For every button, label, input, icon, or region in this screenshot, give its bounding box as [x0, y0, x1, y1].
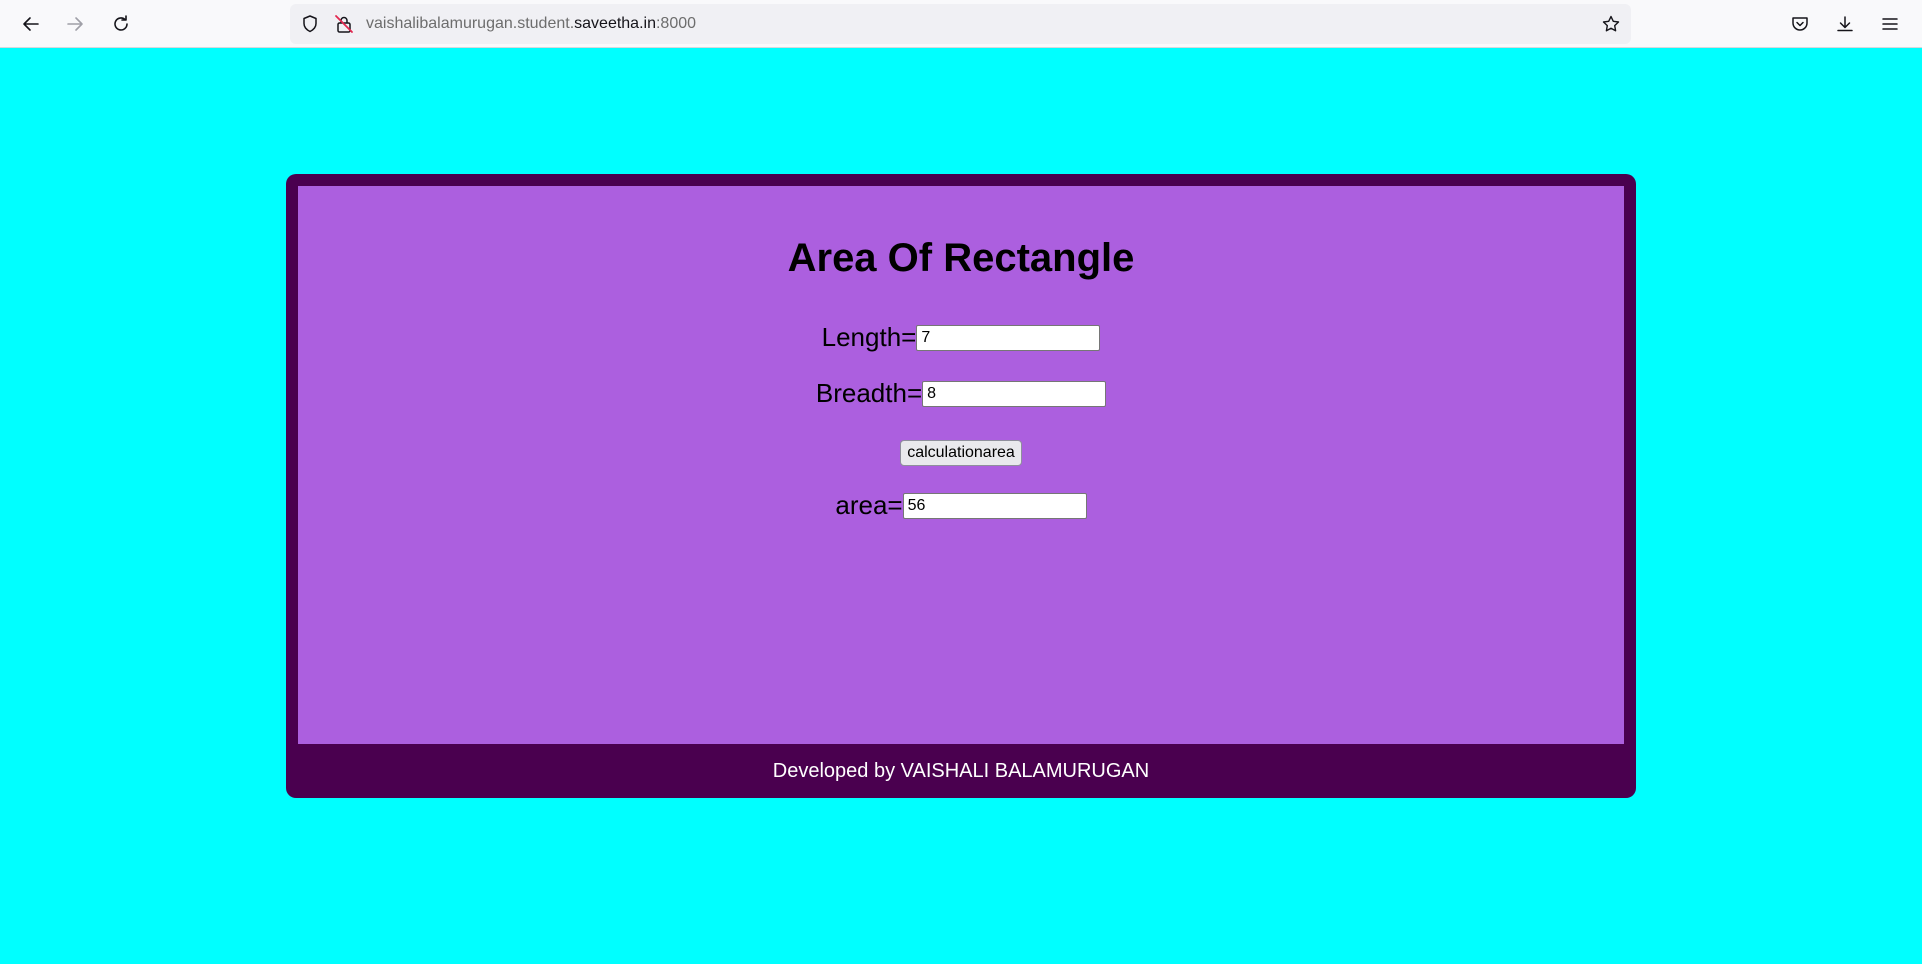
breadth-input[interactable]: [922, 380, 1107, 407]
star-icon[interactable]: [1601, 14, 1621, 34]
calculator-content: Area Of Rectangle Length= Breadth= calcu…: [298, 186, 1624, 744]
calculate-area-button[interactable]: calculationarea: [900, 440, 1022, 466]
url-text[interactable]: vaishalibalamurugan.student.saveetha.in:…: [366, 15, 696, 33]
length-row: Length=: [298, 322, 1624, 353]
area-row: area=: [298, 490, 1624, 521]
forward-button[interactable]: [60, 9, 90, 39]
breadth-label: Breadth=: [815, 378, 923, 408]
download-icon: [1837, 16, 1853, 32]
calculator-container: Area Of Rectangle Length= Breadth= calcu…: [286, 174, 1636, 798]
reload-icon: [114, 15, 128, 31]
url-bar[interactable]: vaishalibalamurugan.student.saveetha.in:…: [290, 4, 1631, 44]
arrow-right-icon: [67, 17, 83, 31]
button-row: calculationarea: [298, 440, 1624, 466]
browser-toolbar: vaishalibalamurugan.student.saveetha.in:…: [0, 0, 1922, 48]
shield-icon[interactable]: [300, 14, 320, 34]
reload-button[interactable]: [106, 9, 136, 39]
page-viewport: Area Of Rectangle Length= Breadth= calcu…: [0, 48, 1922, 964]
insecure-lock-icon[interactable]: [334, 14, 354, 34]
pocket-icon: [1792, 17, 1808, 31]
area-output[interactable]: [902, 492, 1087, 519]
downloads-button[interactable]: [1833, 12, 1857, 36]
pocket-button[interactable]: [1788, 12, 1812, 36]
length-input[interactable]: [916, 324, 1101, 351]
app-menu-button[interactable]: [1878, 12, 1902, 36]
back-button[interactable]: [16, 9, 46, 39]
length-label: Length=: [821, 322, 917, 352]
url-domain: saveetha.in: [574, 15, 656, 32]
area-label: area=: [835, 490, 903, 520]
url-port: :8000: [655, 15, 697, 32]
url-prefix: vaishalibalamurugan.student.: [366, 15, 575, 32]
arrow-left-icon: [23, 17, 39, 31]
breadth-row: Breadth=: [298, 378, 1624, 409]
page-title: Area Of Rectangle: [787, 236, 1135, 280]
hamburger-menu-icon: [1882, 18, 1898, 30]
footer-credit: Developed by VAISHALI BALAMURUGAN: [772, 759, 1150, 782]
